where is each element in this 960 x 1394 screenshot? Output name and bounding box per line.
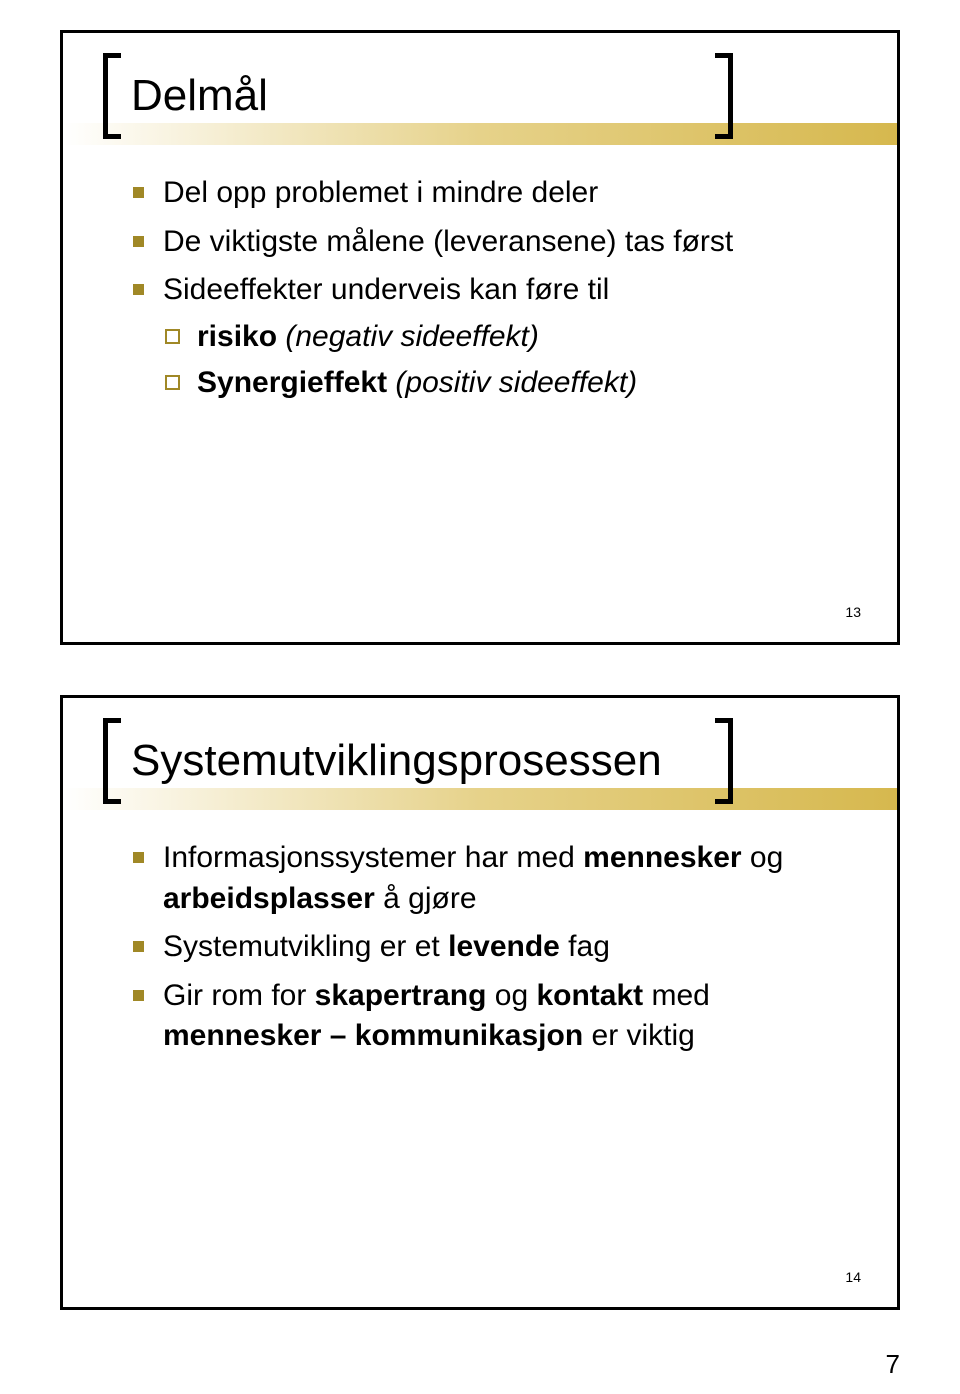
bullet-text-run: er viktig: [583, 1019, 695, 1052]
bullet-text: Sideeffekter underveis kan føre til: [163, 273, 609, 306]
slide-1-title-wrap: Delmål: [103, 53, 274, 139]
bracket-right-icon: [709, 53, 733, 139]
bullet-text-run: Systemutvikling er et: [163, 930, 448, 963]
slide-2-number: 14: [845, 1269, 861, 1285]
bullet-text-run: med: [643, 979, 710, 1012]
bullet-bold-run: skapertrang: [315, 979, 487, 1012]
sub-bullet-italic: (positiv sideeffekt): [387, 366, 637, 399]
bullet-bold-run: levende: [448, 930, 560, 963]
bullet-text-run: Informasjonssystemer har med: [163, 841, 583, 874]
bullet-text-run: å gjøre: [375, 882, 477, 915]
list-item: Gir rom for skapertrang og kontakt med m…: [133, 976, 847, 1057]
sub-bullet-bold: risiko: [197, 320, 277, 353]
list-item: Del opp problemet i mindre deler: [133, 173, 847, 214]
title-bracket-group: Systemutviklingsprosessen: [103, 718, 668, 804]
bullet-text-run: fag: [560, 930, 610, 963]
slide-1-content: Del opp problemet i mindre deler De vikt…: [133, 173, 847, 412]
bracket-left-icon: [103, 53, 127, 139]
bullet-bold-run: mennesker – kommunikasjon: [163, 1019, 583, 1052]
slide-1-number: 13: [845, 604, 861, 620]
slide-1: Delmål Del opp problemet i mindre deler …: [60, 30, 900, 645]
sub-list-item: Synergieffekt (positiv sideeffekt): [163, 363, 847, 404]
bullet-text-run: og: [486, 979, 536, 1012]
bullet-text-run: Gir rom for: [163, 979, 315, 1012]
sub-bullet-italic: (negativ sideeffekt): [277, 320, 539, 353]
document-page: Delmål Del opp problemet i mindre deler …: [0, 0, 960, 1394]
bullet-text: De viktigste målene (leveransene) tas fø…: [163, 225, 733, 258]
bullet-text: Del opp problemet i mindre deler: [163, 176, 598, 209]
slide-2-title-wrap: Systemutviklingsprosessen: [103, 718, 668, 804]
bracket-left-icon: [103, 718, 127, 804]
list-item: Systemutvikling er et levende fag: [133, 927, 847, 968]
slide-1-bullet-list: Del opp problemet i mindre deler De vikt…: [133, 173, 847, 404]
list-item: Informasjonssystemer har med mennesker o…: [133, 838, 847, 919]
sub-list-item: risiko (negativ sideeffekt): [163, 317, 847, 358]
slide-2: Systemutviklingsprosessen Informasjonssy…: [60, 695, 900, 1310]
bullet-bold-run: kontakt: [536, 979, 643, 1012]
bullet-text-run: og: [742, 841, 784, 874]
slide-1-title: Delmål: [127, 53, 274, 139]
slide-2-content: Informasjonssystemer har med mennesker o…: [133, 838, 847, 1065]
bullet-bold-run: mennesker: [583, 841, 741, 874]
bullet-bold-run: arbeidsplasser: [163, 882, 375, 915]
bracket-right-icon: [709, 718, 733, 804]
sub-bullet-bold: Synergieffekt: [197, 366, 387, 399]
list-item: Sideeffekter underveis kan føre til risi…: [133, 270, 847, 404]
title-bracket-group: Delmål: [103, 53, 274, 139]
list-item: De viktigste målene (leveransene) tas fø…: [133, 222, 847, 263]
slide-2-title: Systemutviklingsprosessen: [127, 718, 668, 804]
page-number: 7: [886, 1349, 900, 1380]
sub-bullet-list: risiko (negativ sideeffekt) Synergieffek…: [163, 317, 847, 404]
slide-2-bullet-list: Informasjonssystemer har med mennesker o…: [133, 838, 847, 1057]
